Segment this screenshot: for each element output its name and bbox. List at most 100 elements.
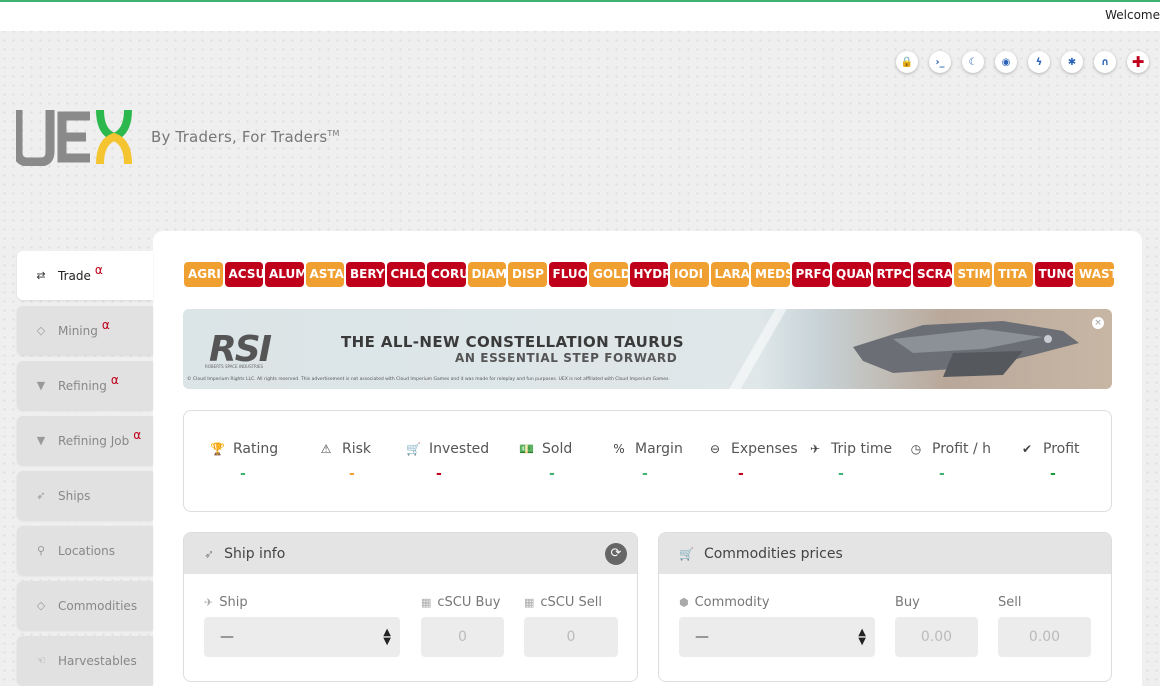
sidebar-item-ships[interactable]: ➶ Ships	[17, 471, 153, 520]
advertisement-banner[interactable]: RSI ROBERTS SPACE INDUSTRIES THE ALL-NEW…	[183, 309, 1112, 389]
banner-chevron	[718, 309, 798, 389]
ship-label: ✈ Ship	[204, 595, 248, 610]
commodity-chip[interactable]: MEDS	[751, 262, 790, 287]
stat-value: -	[738, 466, 744, 482]
ship-image	[853, 321, 1079, 377]
headset-icon[interactable]: ∩	[1094, 51, 1116, 73]
commodity-chip[interactable]: LARA	[710, 262, 749, 287]
commodity-chip[interactable]: TUNG	[1034, 262, 1073, 287]
sidebar-item-label: Trade	[58, 268, 91, 283]
commodity-chip[interactable]: HYDR	[629, 262, 668, 287]
sidebar-item-label: Mining	[58, 323, 98, 338]
stat-sold: 💵 Sold -	[519, 441, 572, 491]
refresh-icon[interactable]: ⟳	[605, 543, 627, 565]
close-icon[interactable]: ×	[1092, 317, 1104, 329]
sidebar-item-label: Commodities	[58, 598, 138, 613]
clock-icon: ◷	[910, 442, 922, 456]
alpha-badge: α	[110, 372, 119, 387]
commodity-chip[interactable]: FLUO	[548, 262, 587, 287]
stat-label: Expenses	[731, 441, 798, 457]
select-arrows-icon: ▲ ▼	[383, 627, 391, 647]
stat-label: Invested	[429, 441, 490, 457]
sidebar-item-label: Harvestables	[58, 653, 137, 668]
plus-icon[interactable]: ✚	[1127, 51, 1149, 73]
ship-select[interactable]: — ▲ ▼	[204, 617, 400, 657]
money-icon: 💵	[519, 442, 534, 456]
commodity-chip[interactable]: GOLD	[589, 262, 628, 287]
stat-risk: ⚠ Risk -	[319, 441, 371, 491]
target-icon[interactable]: ◉	[995, 51, 1017, 73]
buy-price-input[interactable]: 0.00	[895, 617, 978, 657]
stat-value: -	[436, 466, 442, 482]
sell-price-input[interactable]: 0.00	[998, 617, 1091, 657]
trade-stats-panel: 🏆 Rating - ⚠ Risk - 🛒 Invested - 💵 Sold -% Margin - ⊖ E…	[183, 410, 1112, 512]
stat-label: Profit / h	[932, 441, 992, 457]
commodity-chip[interactable]: STIM	[953, 262, 992, 287]
commodity-chip[interactable]: AGRI	[184, 262, 223, 287]
stat-value: -	[1050, 466, 1056, 482]
commodity-chip[interactable]: QUAN	[832, 262, 871, 287]
toolbar: 🔒 ›_ ☾ ◉ ϟ ✱ ∩ ✚	[896, 51, 1149, 73]
commodity-chip[interactable]: SCRA	[913, 262, 952, 287]
commodity-chip[interactable]: DIAM	[467, 262, 506, 287]
stat-label: Trip time	[831, 441, 893, 457]
welcome-text: Welcome	[1105, 8, 1160, 22]
stat-label: Rating	[233, 441, 279, 457]
rocket-icon: ➶	[204, 546, 215, 561]
cube-icon: ⬢	[679, 596, 689, 609]
cscu-buy-input[interactable]: 0	[421, 617, 504, 657]
bolt-icon[interactable]: ϟ	[1028, 51, 1050, 73]
commodity-chip[interactable]: ALUM	[265, 262, 304, 287]
buy-label: Buy	[895, 595, 920, 610]
tagline: By Traders, For TradersTM	[151, 128, 340, 146]
top-bar: Welcome	[0, 0, 1160, 31]
stat-label: Margin	[635, 441, 683, 457]
stat-profit-h: ◷ Profit / h -	[909, 441, 991, 491]
commodity-chip[interactable]: DISP	[508, 262, 547, 287]
stat-profit: ✔ Profit -	[1020, 441, 1080, 491]
stat-label: Profit	[1043, 441, 1080, 457]
cscu-sell-label: ▦ cSCU Sell	[524, 595, 603, 610]
commodity-chip[interactable]: ASTA	[305, 262, 344, 287]
commodity-chip[interactable]: ACSU	[224, 262, 263, 287]
sidebar-item-locations[interactable]: ⚲ Locations	[17, 526, 153, 575]
bug-icon[interactable]: ✱	[1061, 51, 1083, 73]
commodities-prices-card: 🛒 Commodities prices ⬢ Commodity Buy Sell…	[658, 532, 1112, 682]
commodity-select[interactable]: — ▲ ▼	[679, 617, 875, 657]
commodity-chip[interactable]: RTPC	[872, 262, 911, 287]
check-circle-icon: ✔	[1021, 442, 1033, 456]
commodity-chip[interactable]: CORU	[427, 262, 466, 287]
sidebar-item-label: Locations	[58, 543, 116, 558]
stat-trip-time: ✈ Trip time -	[808, 441, 892, 491]
commodity-chip[interactable]: TITA	[994, 262, 1033, 287]
terminal-icon[interactable]: ›_	[929, 51, 951, 73]
commodity-chip[interactable]: PRFO	[791, 262, 830, 287]
sidebar-item-refining-job[interactable]: ▼ Refining Job α	[17, 416, 153, 465]
stat-expenses: ⊖ Expenses -	[708, 441, 798, 491]
hand-icon: ☜	[36, 654, 46, 667]
stat-label: Risk	[342, 441, 372, 457]
alpha-badge: α	[133, 427, 142, 442]
commodity-chip[interactable]: IODI	[670, 262, 709, 287]
sidebar-item-mining[interactable]: ◇ Mining α	[17, 306, 153, 355]
diamond-icon: ◇	[36, 324, 46, 337]
cscu-sell-input[interactable]: 0	[524, 617, 618, 657]
stat-value: -	[240, 466, 246, 482]
filter-icon: ▼	[36, 379, 46, 392]
sidebar-item-label: Ships	[58, 488, 91, 503]
stat-value: -	[838, 466, 844, 482]
commodity-chip[interactable]: BERY	[346, 262, 385, 287]
rsi-subtitle: ROBERTS SPACE INDUSTRIES	[205, 364, 264, 369]
stat-value: -	[642, 466, 648, 482]
stat-rating: 🏆 Rating -	[210, 441, 278, 491]
sidebar-item-commodities[interactable]: ◇ Commodities	[17, 581, 153, 630]
commodity-chip[interactable]: WAST	[1075, 262, 1114, 287]
moon-icon[interactable]: ☾	[962, 51, 984, 73]
sidebar-item-harvestables[interactable]: ☜ Harvestables	[17, 636, 153, 685]
commodity-chip[interactable]: CHLO	[386, 262, 425, 287]
lock-icon[interactable]: 🔒	[896, 51, 918, 73]
sidebar-item-trade[interactable]: ⇄ Trade α	[17, 251, 153, 300]
commodities-prices-title: Commodities prices	[703, 545, 843, 562]
alpha-badge: α	[101, 317, 110, 332]
sidebar-item-refining[interactable]: ▼ Refining α	[17, 361, 153, 410]
